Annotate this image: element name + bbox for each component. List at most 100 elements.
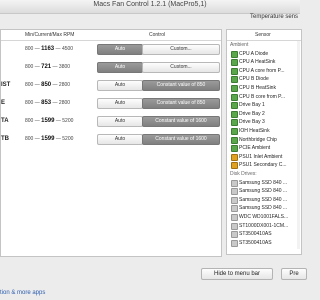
sensor-label: Samsung SSD 840 ...	[239, 196, 288, 203]
disk-drive-icon	[231, 214, 238, 221]
disk-drive-icon	[231, 188, 238, 196]
fan-row: E 800 — 853 — 2800 Auto Constant value of 8…	[1, 96, 221, 110]
sensor-item[interactable]: IOH HeatSink	[227, 127, 301, 135]
fan-current-rpm: 853	[41, 100, 52, 106]
fan-rpm: 800 — 850 — 2800	[25, 82, 71, 88]
fans-panel: Min/Current/Max RPM Control 800 — 1163 —…	[0, 29, 222, 257]
sensor-item[interactable]: Samsung SSD 840 ...	[227, 204, 301, 213]
power-supply-icon	[231, 162, 238, 170]
sensor-item[interactable]: Northbridge Chip	[227, 136, 301, 144]
fan-custom-button[interactable]: Custom...	[142, 44, 220, 55]
sensor-label: ST1000DX001-1CM...	[239, 222, 289, 229]
sensor-item[interactable]: Samsung SSD 840 ...	[227, 179, 301, 187]
fan-max-rpm: 2800	[58, 82, 71, 88]
sensor-label: Drive Bay 3	[239, 119, 265, 126]
fan-auto-button[interactable]: Auto	[97, 98, 143, 109]
fan-auto-button[interactable]: Auto	[97, 80, 143, 91]
chip-icon	[231, 102, 238, 110]
sensor-label: Samsung SSD 840 ...	[239, 205, 288, 212]
sensor-label: CPU B core from P...	[239, 93, 286, 100]
sensor-label: Northbridge Chip	[239, 136, 277, 143]
disk-drive-icon	[231, 205, 238, 213]
fan-custom-button[interactable]: Constant value of 1600	[142, 134, 220, 145]
chip-icon	[231, 145, 238, 153]
fan-row: 800 — 1163 — 4500 Auto Custom...	[1, 42, 221, 56]
sensor-label: CPU A HeatSink	[239, 59, 276, 66]
chip-icon	[231, 50, 238, 58]
fan-max-rpm: 5200	[62, 136, 74, 142]
sensor-label: ST3500410AS	[239, 231, 272, 238]
chip-icon	[231, 119, 238, 127]
disk-drive-icon	[231, 179, 238, 187]
more-apps-link[interactable]: tion & more apps	[0, 290, 45, 296]
sensor-item[interactable]: Samsung SSD 840 ...	[227, 196, 301, 204]
chip-icon	[231, 76, 238, 84]
sensor-label: IOH HeatSink	[239, 128, 270, 134]
sensor-item[interactable]: ST1000DX001-1CM...	[227, 222, 301, 230]
chip-icon	[231, 85, 238, 92]
sensor-item[interactable]: Samsung SSD 840 ...	[227, 187, 301, 196]
sensor-item[interactable]: PCIE Ambient	[227, 144, 301, 153]
hide-to-menu-bar-button[interactable]: Hide to menu bar	[201, 268, 273, 280]
sensor-item[interactable]: PSU1 Inlet Ambient	[227, 153, 301, 161]
control-column-header: Control	[149, 32, 166, 38]
fan-min-rpm: 800	[25, 64, 34, 70]
sensor-item[interactable]: PSU1 Secondary C...	[227, 161, 301, 170]
sensor-item[interactable]: CPU B HeatSink	[227, 84, 301, 92]
fan-custom-button[interactable]: Constant value of 850	[142, 98, 220, 109]
window-title: Macs Fan Control 1.2.1 (MacPro5,1)	[93, 1, 207, 8]
sensors-scrollbar[interactable]	[297, 41, 300, 249]
disk-drive-icon	[231, 239, 238, 247]
sensor-label: Ambient	[230, 42, 249, 48]
chip-icon	[231, 128, 238, 135]
fan-auto-button[interactable]: Auto	[97, 134, 143, 145]
sensor-item[interactable]: CPU A Diode	[227, 50, 301, 58]
sensor-item[interactable]: Drive Bay 2	[227, 110, 301, 118]
fan-min-rpm: 800	[25, 118, 34, 124]
fan-auto-button[interactable]: Auto	[97, 62, 143, 73]
fan-min-rpm: 800	[25, 82, 34, 88]
power-supply-icon	[231, 153, 238, 161]
sensor-item[interactable]: ST3500410AS	[227, 239, 301, 247]
fan-rpm: 800 — 1599 — 5200	[25, 136, 74, 142]
chip-icon	[231, 59, 238, 67]
fan-current-rpm: 1163	[41, 46, 55, 52]
fan-custom-button[interactable]: Custom...	[142, 62, 220, 73]
preferences-button[interactable]: Pre	[281, 268, 307, 280]
sensor-label: CPU A core from P...	[239, 67, 285, 74]
sensor-item[interactable]: CPU A HeatSink	[227, 58, 301, 67]
sensor-label: ST3500410AS	[239, 239, 272, 246]
rpm-column-header: Min/Current/Max RPM	[25, 32, 75, 38]
sensor-item[interactable]: Drive Bay 3	[227, 118, 301, 127]
fan-current-rpm: 721	[41, 64, 52, 70]
sensor-label: PSU1 Inlet Ambient	[239, 153, 283, 160]
fan-min-rpm: 800	[25, 136, 34, 142]
sensors-panel: Sensor Ambient CPU A Diode CPU A HeatSink C…	[226, 29, 302, 255]
sensor-item[interactable]: WDC WD1001FALS...	[227, 213, 301, 221]
fan-name: IST	[1, 82, 11, 88]
sensor-item[interactable]: ST3500410AS	[227, 230, 301, 239]
fan-row: TA 800 — 1599 — 5200 Auto Constant value of…	[1, 114, 221, 128]
fan-current-rpm: 850	[41, 82, 52, 88]
temperature-sensor-label: Temperature sens	[250, 14, 299, 20]
fan-min-rpm: 800	[25, 46, 34, 52]
fan-name: E	[1, 100, 6, 106]
sensor-item[interactable]: CPU B Diode	[227, 75, 301, 84]
sensor-item[interactable]: CPU A core from P...	[227, 67, 301, 75]
sensor-label: Disk Drives:	[230, 171, 257, 177]
sensor-label: CPU A Diode	[239, 50, 269, 57]
disk-drive-icon	[231, 196, 238, 204]
sensor-label: PSU1 Secondary C...	[239, 162, 287, 169]
chip-icon	[231, 136, 238, 144]
sensor-item[interactable]: Drive Bay 1	[227, 101, 301, 110]
fan-current-rpm: 1599	[41, 118, 55, 124]
sensor-item[interactable]: CPU B core from P...	[227, 93, 301, 101]
sensor-group-header: Ambient	[227, 41, 301, 49]
fan-auto-button[interactable]: Auto	[97, 116, 143, 127]
fan-auto-button[interactable]: Auto	[97, 44, 143, 55]
fans-header: Min/Current/Max RPM Control	[1, 30, 221, 41]
fan-custom-button[interactable]: Constant value of 1600	[142, 116, 220, 127]
fan-row: IST 800 — 850 — 2800 Auto Constant value of…	[1, 78, 221, 92]
sensor-label: Drive Bay 2	[239, 110, 265, 117]
fan-custom-button[interactable]: Constant value of 850	[142, 80, 220, 91]
